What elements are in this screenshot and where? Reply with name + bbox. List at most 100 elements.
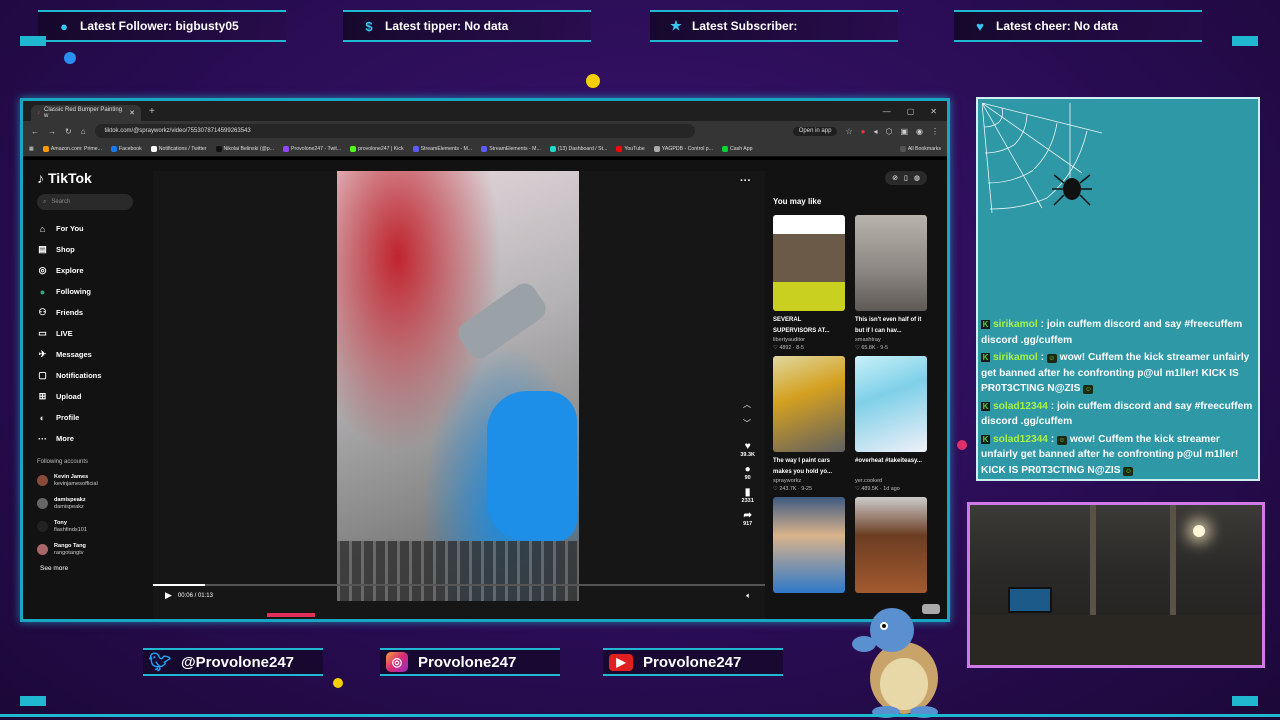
reload-icon[interactable]: ↻ (65, 127, 72, 136)
extension-icon[interactable]: ▣ (900, 127, 908, 136)
nav-explore[interactable]: ◎ Explore (37, 260, 153, 281)
nav-following[interactable]: ● Following (37, 281, 153, 302)
following-account[interactable]: damispeakz damispeakz (37, 492, 153, 515)
recommended-video[interactable]: This isn't even half of it but if I can … (855, 215, 927, 352)
video-thumbnail[interactable] (773, 356, 845, 452)
browser-tab[interactable]: ♪ Classic Red Bumper Painting w ✕ (31, 105, 141, 121)
video-frame[interactable] (337, 171, 579, 601)
menu-icon[interactable]: ⋮ (931, 127, 939, 136)
maximize-icon[interactable]: ▢ (907, 107, 915, 116)
bookmark-item[interactable]: StreamElements - M... (481, 145, 541, 152)
bookmark-icon: ▮ (744, 487, 751, 498)
extension-icon[interactable]: ⬡ (885, 127, 892, 136)
kick-icon: K (981, 353, 990, 362)
latest-tipper-alert: $ Latest tipper: No data (343, 10, 591, 42)
bottom-accent-line (0, 714, 1280, 717)
latest-cheer-alert: ♥ Latest cheer: No data (954, 10, 1202, 42)
bookmark-star-icon[interactable]: ☆ (845, 127, 852, 136)
settings-icon[interactable]: ⊘ (892, 174, 898, 182)
next-video-icon[interactable]: ﹀ (743, 418, 751, 429)
chat-messages: Ksirikamol : join cuffem discord and say… (981, 317, 1254, 479)
pacman-decoration (586, 74, 600, 88)
extension-icon[interactable]: ● (861, 127, 866, 136)
chat-message: Ksolad12344 : join cuffem discord and sa… (981, 399, 1254, 430)
bookmark-item[interactable]: Notifications / Twitter (150, 145, 207, 152)
video-thumbnail[interactable] (773, 497, 845, 593)
comment-button[interactable]: ● 90 (745, 464, 751, 481)
following-account[interactable]: Kevin James kevinjamesofficial (37, 469, 153, 492)
extension-icon[interactable]: ◉ (916, 127, 923, 136)
share-button[interactable]: ➦ 917 (743, 510, 752, 527)
following-account[interactable]: Tony flashfinds101 (37, 515, 153, 538)
video-player[interactable]: ··· ︿ ﹀ ♥ 39.3K ● 90 ▮ 2331 ➦ 917 ▶ 00:06 / … (153, 171, 765, 619)
open-in-app-button[interactable]: Open in app (792, 126, 838, 136)
like-button[interactable]: ♥ 39.3K (740, 441, 755, 458)
search-input[interactable]: ⌕ Search (37, 194, 133, 210)
sparkle-decoration (333, 678, 343, 688)
nav-upload[interactable]: ⊞ Upload (37, 386, 153, 407)
nav-live[interactable]: ▭ LIVE (37, 323, 153, 344)
video-thumbnail[interactable] (855, 356, 927, 452)
kick-icon: K (981, 320, 990, 329)
bookmark-item[interactable]: (13) Dashboard / St... (549, 145, 607, 152)
following-icon: ● (39, 286, 46, 297)
blastoise-mascot (852, 604, 940, 718)
nav-for-you[interactable]: ⌂ For You (37, 218, 153, 239)
previous-video-icon[interactable]: ︿ (743, 399, 751, 410)
video-progress-bar[interactable] (153, 584, 765, 586)
see-more-link[interactable]: See more (40, 565, 153, 572)
bookmark-item[interactable]: YAGPDB - Control p... (653, 145, 713, 152)
volume-icon[interactable]: 🔈︎ (746, 591, 751, 601)
close-window-icon[interactable]: ✕ (930, 107, 937, 116)
nav-more[interactable]: ··· More (37, 428, 153, 449)
tiktok-sidebar: ♪ TikTok ⌕ Search ⌂ For You ▤ Shop ◎ Explor… (23, 160, 153, 619)
more-options-icon[interactable]: ··· (740, 175, 751, 187)
following-account[interactable]: Rango Tang rangotangtv (37, 538, 153, 561)
close-tab-icon[interactable]: ✕ (129, 109, 135, 117)
url-field[interactable]: tiktok.com/@sprayworkz/video/75530787145… (94, 124, 695, 138)
forward-icon[interactable]: → (48, 127, 56, 136)
recommended-video[interactable] (773, 497, 845, 593)
recommended-video[interactable]: The way I paint cars makes you hold yo..… (773, 356, 845, 493)
video-thumbnail[interactable] (855, 497, 927, 593)
minimize-icon[interactable]: — (883, 107, 891, 116)
bookmark-item[interactable]: provolone247 | Kick (350, 145, 404, 152)
instagram-text: Provolone247 (418, 653, 517, 671)
all-bookmarks-button[interactable]: All Bookmarks (899, 145, 941, 152)
tiktok-page: ♪ TikTok ⌕ Search ⌂ For You ▤ Shop ◎ Explor… (23, 160, 947, 619)
bookmark-item[interactable]: Amazon.com: Prime... (42, 145, 102, 152)
user-avatar-icon[interactable]: ◍ (914, 174, 920, 182)
nav-messages[interactable]: ✈ Messages (37, 344, 153, 365)
bookmark-item[interactable]: Provolone247 - Twit... (283, 145, 341, 152)
recommended-video[interactable]: #overheat #takeiteasy... yer.cooked ♡ 489.… (855, 356, 927, 493)
bookmark-item[interactable]: Cash App (722, 145, 753, 152)
nav-friends[interactable]: ⚇ Friends (37, 302, 153, 323)
bookmark-item[interactable]: YouTube (616, 145, 645, 152)
extension-icon[interactable]: ◂ (873, 127, 877, 136)
tiktok-favicon: ♪ (37, 110, 40, 116)
back-icon[interactable]: ← (31, 127, 39, 136)
bookmark-item[interactable]: Nikolai Belinski (@p... (215, 145, 274, 152)
nav-notifications[interactable]: ▢ Notifications (37, 365, 153, 386)
device-icon[interactable]: ▯ (904, 174, 908, 182)
emote-icon: ☺ (1057, 435, 1067, 445)
play-icon[interactable]: ▶ (165, 590, 172, 601)
recommended-video[interactable]: SEVERAL SUPERVISORS AT... libertyauditor ♡… (773, 215, 845, 352)
notifications-icon: ▢ (38, 370, 47, 380)
apps-icon[interactable]: ▦ (29, 146, 34, 152)
tiktok-logo[interactable]: ♪ TikTok (37, 170, 153, 186)
video-thumbnail[interactable] (855, 215, 927, 311)
video-thumbnail[interactable] (773, 215, 845, 311)
nav-shop[interactable]: ▤ Shop (37, 239, 153, 260)
star-icon: ★ (670, 18, 682, 33)
recommended-video[interactable] (855, 497, 927, 593)
you-may-like-title: You may like (773, 197, 822, 206)
bookmark-item[interactable]: Facebook (110, 145, 142, 152)
save-button[interactable]: ▮ 2331 (742, 487, 754, 504)
playback-controls: ▶ 00:06 / 01:13 (165, 590, 213, 601)
heart-icon: ♥ (744, 441, 751, 452)
new-tab-button[interactable]: + (149, 106, 155, 117)
bookmark-item[interactable]: StreamElements - M... (412, 145, 472, 152)
nav-profile[interactable]: ◐ Profile (37, 407, 153, 428)
home-icon[interactable]: ⌂ (81, 127, 86, 136)
